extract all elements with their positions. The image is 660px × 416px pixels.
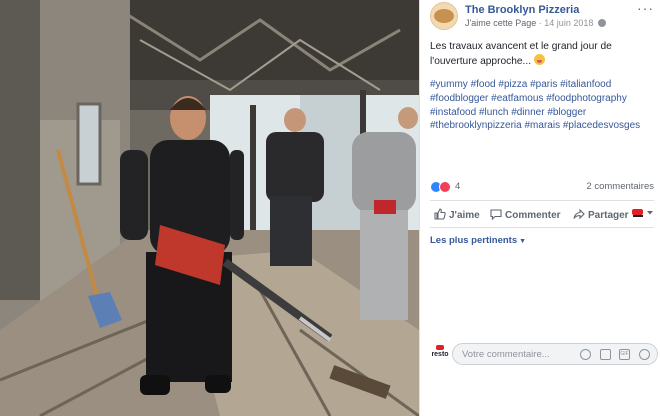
hashtag-link[interactable]: #italianfood (560, 79, 611, 90)
post-date[interactable]: 14 juin 2018 (544, 18, 593, 28)
reaction-count[interactable]: 4 (455, 181, 460, 192)
sticker-icon[interactable] (639, 349, 650, 360)
like-label: J'aime (449, 210, 480, 221)
hashtag-link[interactable]: #food (471, 79, 496, 90)
resto-logo: resto (430, 345, 450, 363)
hashtag-link[interactable]: #paris (530, 79, 557, 90)
comments-count-link[interactable]: 2 commentaires (586, 181, 654, 192)
like-button[interactable]: J'aime (434, 208, 480, 221)
page-name-link[interactable]: The Brooklyn Pizzeria (465, 4, 579, 16)
comment-filter-dropdown[interactable]: Les plus pertinents ▼ (430, 235, 526, 246)
facebook-photo-viewer: The Brooklyn Pizzeria J'aime cette Page … (0, 0, 660, 416)
hashtag-link[interactable]: #thebrooklynpizzeria (430, 120, 522, 131)
hashtag-link[interactable]: #eatfamous (491, 93, 543, 104)
hashtag-list: #yummy #food #pizza #paris #italianfood … (430, 78, 656, 133)
comment-input[interactable]: Votre commentaire... GIF (452, 343, 658, 365)
hashtag-link[interactable]: #placedesvosges (563, 120, 640, 131)
share-icon (573, 208, 585, 220)
reactions-bar: 4 2 commentaires (430, 181, 654, 195)
hashtag-link[interactable]: #foodblogger (430, 93, 488, 104)
globe-icon (597, 19, 606, 27)
resto-logo-text: resto (431, 351, 449, 358)
post-photo[interactable] (0, 0, 419, 416)
comment-button[interactable]: Commenter (490, 208, 561, 221)
construction-photo (0, 0, 419, 416)
thumbs-up-icon (434, 208, 446, 220)
hashtag-link[interactable]: #marais (525, 120, 561, 131)
resto-logo-mark (436, 345, 444, 350)
caret-down-icon: ▼ (519, 238, 527, 245)
hashtag-link[interactable]: #instafood (430, 107, 476, 118)
resto-viewer-icon (632, 209, 653, 217)
comment-icon (490, 209, 502, 220)
camera-icon[interactable] (600, 349, 611, 360)
share-button[interactable]: Partager (573, 208, 629, 221)
hashtag-link[interactable]: #pizza (498, 79, 527, 90)
post-body: Les travaux avancent et le grand jour de… (430, 40, 652, 68)
post-actions: J'aime Commenter Partager (430, 200, 654, 228)
page-logo-image (434, 9, 454, 23)
hashtag-link[interactable]: #dinner (511, 107, 544, 118)
hashtag-link[interactable]: #blogger (547, 107, 586, 118)
emoji-icon[interactable] (580, 349, 591, 360)
comment-composer: resto Votre commentaire... GIF (430, 343, 660, 365)
share-label: Partager (588, 210, 629, 221)
more-options-icon[interactable]: ··· (637, 1, 654, 15)
like-page-link[interactable]: J'aime cette Page (465, 18, 536, 28)
love-reaction-icon[interactable] (439, 181, 451, 193)
comment-label: Commenter (505, 210, 561, 221)
post-meta: J'aime cette Page · 14 juin 2018 (465, 18, 606, 28)
hashtag-link[interactable]: #foodphotography (546, 93, 627, 104)
comment-filter-label: Les plus pertinents (430, 235, 518, 246)
post-details-panel: The Brooklyn Pizzeria J'aime cette Page … (419, 0, 660, 416)
gif-icon[interactable]: GIF (619, 349, 630, 360)
meta-separator: · (538, 18, 542, 28)
comment-placeholder: Votre commentaire... (462, 349, 550, 360)
page-avatar[interactable] (430, 2, 458, 30)
hashtag-link[interactable]: #lunch (479, 107, 508, 118)
post-header: The Brooklyn Pizzeria J'aime cette Page … (430, 1, 654, 32)
post-text: Les travaux avancent et le grand jour de… (430, 41, 612, 67)
post-as-selector[interactable] (632, 207, 654, 222)
tongue-emoji-icon (533, 53, 545, 65)
hashtag-link[interactable]: #yummy (430, 79, 468, 90)
